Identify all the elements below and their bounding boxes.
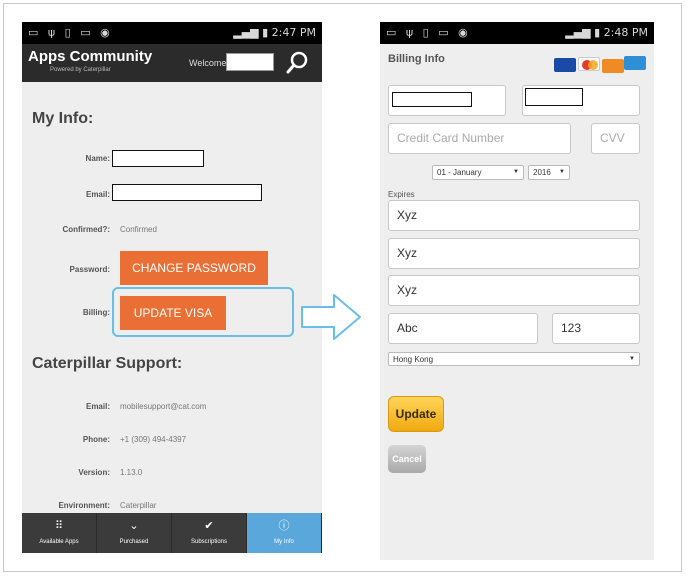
discover-card-icon <box>602 59 624 73</box>
welcome-label: Welcome: <box>189 58 229 68</box>
cvv-field[interactable]: CVV <box>591 123 640 154</box>
status-bar: ▭ ψ ▯ ▭ ◉ ▂▄▆ ▮ 2:48 PM <box>380 22 654 44</box>
app-subtitle: Powered by Caterpillar <box>50 67 111 73</box>
email-label: Email: <box>85 190 110 199</box>
city-field[interactable]: Abc <box>388 313 538 344</box>
change-password-button[interactable]: CHANGE PASSWORD <box>120 251 268 285</box>
tab-available-apps[interactable]: ⠿ Available Apps <box>22 513 97 553</box>
grid-icon: ⠿ <box>54 520 64 532</box>
address-line-2-field[interactable]: Xyz <box>388 238 640 269</box>
expiry-month-value: 01 - January <box>437 168 482 177</box>
update-button[interactable]: Update <box>388 396 444 432</box>
app-header: Apps Community Powered by Caterpillar We… <box>22 44 322 82</box>
amex-card-icon <box>624 56 646 70</box>
status-clock: ▂▄▆ ▮ 2:47 PM <box>233 26 316 39</box>
dropdown-arrow-icon: ▼ <box>629 356 635 362</box>
app-title: Apps Community <box>28 48 153 65</box>
confirmed-label: Confirmed?: <box>62 225 110 234</box>
version-label: Version: <box>78 468 110 477</box>
mastercard-circles <box>582 60 598 70</box>
version-value: 1.13.0 <box>120 468 143 477</box>
search-button[interactable] <box>284 49 312 77</box>
support-email-label: Email: <box>85 402 110 411</box>
phone-billing-screen: ▭ ψ ▯ ▭ ◉ ▂▄▆ ▮ 2:48 PM Billing Info Cre… <box>380 22 654 560</box>
dropdown-arrow-icon: ▼ <box>559 169 565 175</box>
support-phone-value[interactable]: +1 (309) 494-4397 <box>120 435 186 444</box>
tab-purchased[interactable]: ⌄ Purchased <box>97 513 172 553</box>
address-line-3-field[interactable]: Xyz <box>388 275 640 306</box>
expiry-month-select[interactable]: 01 - January ▼ <box>432 165 524 180</box>
status-icons: ▭ ψ ▯ ▭ ◉ <box>386 26 471 39</box>
signal-icon: ▂▄▆ ▮ <box>565 26 604 39</box>
last-name-input[interactable] <box>525 88 583 106</box>
username-field[interactable] <box>226 53 274 71</box>
billing-info-title: Billing Info <box>388 53 445 65</box>
highlight-box <box>112 287 294 337</box>
tab-label: Subscriptions <box>190 539 228 545</box>
signal-icon: ▂▄▆ ▮ <box>233 26 272 39</box>
visa-card-icon <box>554 58 576 72</box>
card-number-field[interactable]: Credit Card Number <box>388 123 571 154</box>
first-name-field[interactable] <box>388 85 506 116</box>
mastercard-icon <box>578 57 600 71</box>
info-icon: ⓘ <box>278 520 290 532</box>
phone-my-info-screen: ▭ ψ ▯ ▭ ◉ ▂▄▆ ▮ 2:47 PM Apps Community P… <box>22 22 322 553</box>
my-info-heading: My Info: <box>32 110 94 127</box>
zip-field[interactable]: 123 <box>552 313 640 344</box>
support-email-value[interactable]: mobilesupport@cat.com <box>120 402 206 411</box>
name-label: Name: <box>85 154 110 163</box>
chevron-down-icon: ⌄ <box>129 520 139 532</box>
cancel-button[interactable]: Cancel <box>388 445 426 473</box>
expires-label: Expires <box>388 190 415 199</box>
tab-subscriptions[interactable]: ✔ Subscriptions <box>172 513 247 553</box>
password-label: Password: <box>69 265 110 274</box>
support-heading: Caterpillar Support: <box>32 355 183 372</box>
status-icons: ▭ ψ ▯ ▭ ◉ <box>28 26 113 39</box>
bottom-tab-bar: ⠿ Available Apps ⌄ Purchased ✔ Subscript… <box>22 513 322 553</box>
status-time: 2:47 PM <box>271 26 316 39</box>
environment-label: Environment: <box>58 501 110 510</box>
first-name-input[interactable] <box>392 92 472 107</box>
last-name-field[interactable] <box>522 85 640 116</box>
name-field[interactable] <box>112 150 204 167</box>
country-value: Hong Kong <box>393 355 434 364</box>
expiry-year-select[interactable]: 2016 ▼ <box>528 165 570 180</box>
check-icon: ✔ <box>204 520 214 532</box>
confirmed-value: Confirmed <box>120 225 157 234</box>
status-bar: ▭ ψ ▯ ▭ ◉ ▂▄▆ ▮ 2:47 PM <box>22 22 322 44</box>
search-icon <box>286 51 308 74</box>
tab-label: My Info <box>274 539 294 545</box>
country-select[interactable]: Hong Kong ▼ <box>388 352 640 366</box>
support-phone-label: Phone: <box>82 435 110 444</box>
billing-label: Billing: <box>82 308 110 317</box>
environment-value: Caterpillar <box>120 501 157 510</box>
expiry-year-value: 2016 <box>533 168 551 177</box>
status-clock: ▂▄▆ ▮ 2:48 PM <box>565 26 648 39</box>
tab-label: Purchased <box>119 539 149 545</box>
tab-label: Available Apps <box>39 539 79 545</box>
address-line-1-field[interactable]: Xyz <box>388 200 640 231</box>
arrow-right-icon <box>301 294 361 340</box>
dropdown-arrow-icon: ▼ <box>513 169 519 175</box>
tab-my-info[interactable]: ⓘ My Info <box>247 513 322 553</box>
status-time: 2:48 PM <box>603 26 648 39</box>
email-field[interactable] <box>112 184 262 201</box>
